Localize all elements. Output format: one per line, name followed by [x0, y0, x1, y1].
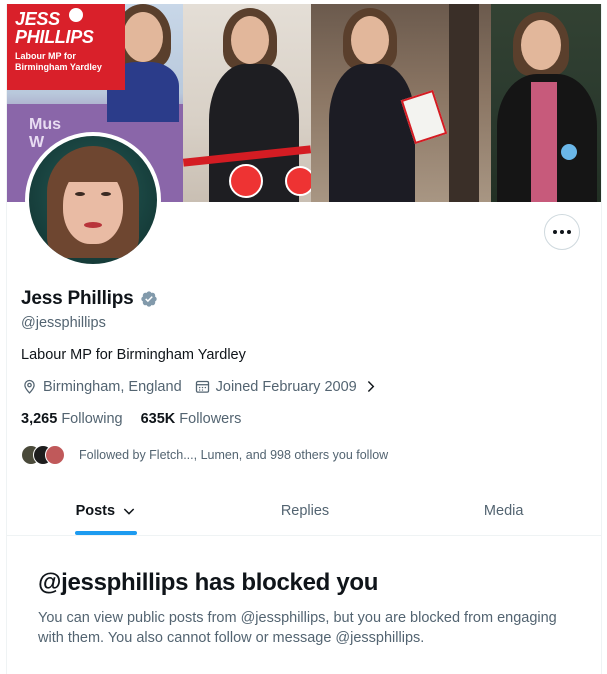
blocked-body: You can view public posts from @jessphil… — [38, 610, 557, 646]
brand-name-line1: JESS — [15, 9, 60, 29]
tab-media[interactable]: Media — [404, 486, 601, 535]
profile-meta-row: Birmingham, England Joined February 2009 — [21, 378, 379, 395]
avatar-eye — [75, 192, 85, 196]
joined-item[interactable]: Joined February 2009 — [194, 378, 379, 395]
joined-text: Joined February 2009 — [215, 378, 357, 395]
followers-link[interactable]: 635K Followers — [141, 411, 242, 427]
more-dots-icon — [553, 230, 571, 234]
tab-posts-label: Posts — [75, 502, 116, 519]
following-link[interactable]: 3,265 Following — [21, 411, 123, 427]
door-frame — [449, 4, 479, 202]
followed-by-avatars — [21, 444, 71, 466]
floral-top — [531, 82, 557, 202]
followed-by-text: Followed by Fletch..., Lumen, and 998 ot… — [79, 448, 389, 462]
display-name: Jess Phillips — [21, 288, 134, 309]
calendar-icon — [195, 380, 209, 393]
following-count: 3,265 — [21, 411, 58, 427]
profile-bio: Labour MP for Birmingham Yardley — [21, 347, 246, 363]
banner-figure-head — [231, 16, 269, 64]
location-item: Birmingham, England — [21, 378, 182, 395]
followers-label: Followers — [179, 411, 242, 427]
chevron-right-icon — [367, 381, 375, 392]
tab-posts[interactable]: Posts — [7, 486, 206, 535]
location-pin-icon — [24, 379, 35, 394]
banner-figure-head — [351, 16, 389, 64]
post-office-sign — [285, 166, 311, 196]
name-row: Jess Phillips — [21, 288, 158, 310]
badge-icon — [561, 144, 577, 160]
profile-avatar[interactable] — [25, 132, 161, 268]
brand-name-line2: PHILLIPS — [15, 27, 94, 47]
tab-replies[interactable]: Replies — [206, 486, 405, 535]
followed-by-row[interactable]: Followed by Fletch..., Lumen, and 998 ot… — [21, 444, 388, 466]
banner-figure-head — [123, 12, 163, 62]
banner-panel-4 — [491, 4, 601, 202]
avatar-lips — [84, 222, 102, 228]
profile-page: Mus W JESS PHILLIPS Labour MP for Birmin… — [6, 4, 602, 674]
more-options-button[interactable] — [544, 214, 580, 250]
tab-media-label: Media — [483, 502, 524, 519]
tab-replies-label: Replies — [280, 502, 330, 519]
banner-figure-head — [521, 20, 561, 70]
profile-tabs: Posts Replies Media — [7, 486, 601, 536]
avatar-bangs — [55, 152, 131, 182]
brand-block: JESS PHILLIPS Labour MP for Birmingham Y… — [7, 4, 125, 90]
active-tab-indicator — [75, 531, 138, 535]
followers-count: 635K — [140, 411, 176, 427]
verified-badge-icon[interactable] — [140, 290, 158, 308]
follower-avatar — [45, 445, 65, 465]
post-office-sign — [229, 164, 263, 198]
following-label: Following — [61, 411, 123, 427]
banner-panel-3 — [311, 4, 491, 202]
avatar-eye — [101, 192, 111, 196]
profile-handle: @jessphillips — [21, 315, 106, 331]
brand-subtitle: Labour MP for Birmingham Yardley — [15, 51, 102, 72]
follow-counts-row: 3,265 Following 635K Followers — [21, 411, 241, 427]
labour-rose-icon — [69, 8, 83, 22]
chevron-down-icon — [123, 507, 135, 515]
blocked-title: @jessphillips has blocked you — [38, 569, 379, 596]
location-text: Birmingham, England — [43, 378, 182, 395]
banner-figure-body — [329, 64, 415, 202]
banner-panel-2 — [183, 4, 311, 202]
